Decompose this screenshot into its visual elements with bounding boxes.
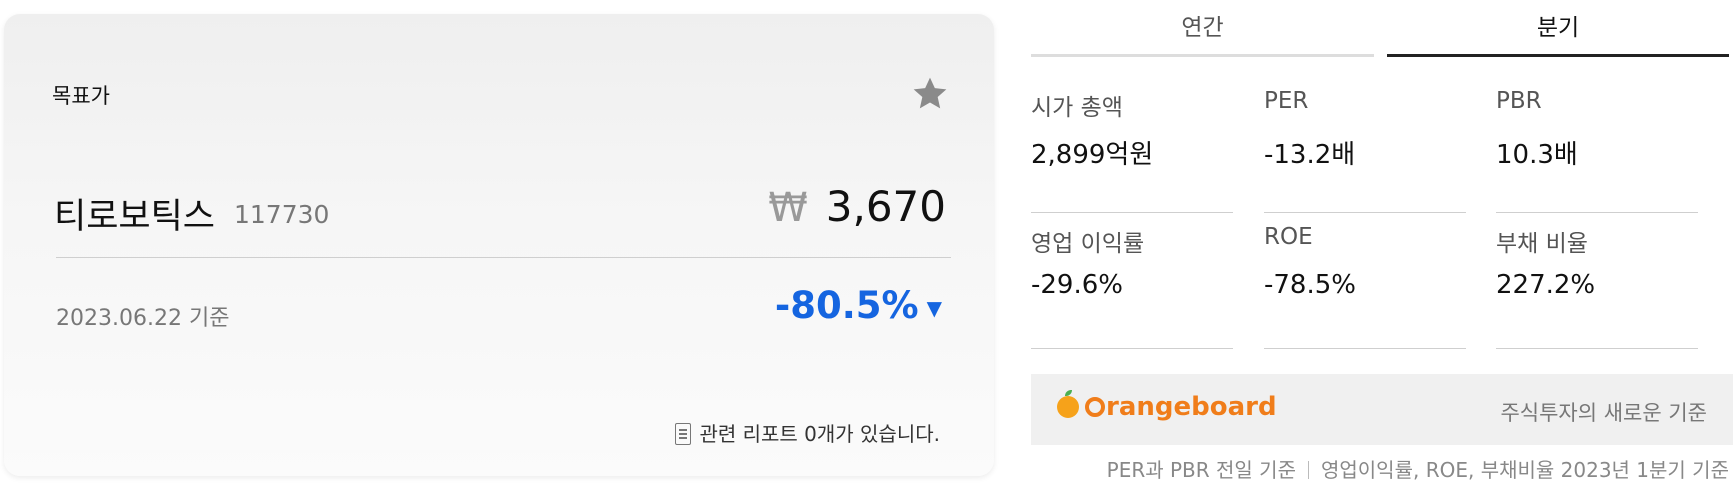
metric-operating-margin: 영업 이익률 -29.6% — [1031, 224, 1233, 349]
currency-symbol: ₩ — [768, 185, 808, 231]
target-price-card: 목표가 티로보틱스 117730 ₩3,670 2023.06.22 기준 -8… — [4, 14, 994, 476]
footnote-separator — [1307, 461, 1309, 479]
metric-label: PER — [1264, 88, 1309, 114]
metric-label: 영업 이익률 — [1031, 231, 1145, 257]
metric-label: PBR — [1496, 88, 1542, 114]
orangeboard-banner[interactable]: rangeboard 주식투자의 새로운 기준 — [1031, 374, 1733, 445]
footnote-per-pbr: PER과 PBR 전일 기준 — [1106, 458, 1296, 482]
stock-name: 티로보틱스 — [54, 197, 216, 237]
down-triangle-icon: ▼ — [926, 295, 942, 320]
metric-value: -78.5% — [1264, 270, 1356, 300]
metric-label: 부채 비율 — [1496, 231, 1588, 257]
metric-value: -29.6% — [1031, 270, 1123, 300]
metric-debt-ratio: 부채 비율 227.2% — [1496, 224, 1698, 349]
metric-value: 2,899억원 — [1031, 140, 1154, 170]
tab-annual[interactable]: 연간 — [1031, 8, 1374, 57]
reference-date: 2023.06.22 기준 — [56, 306, 230, 331]
change-value: -80.5% — [774, 284, 919, 327]
metric-roe: ROE -78.5% — [1264, 224, 1466, 349]
metric-market-cap: 시가 총액 2,899억원 — [1031, 88, 1233, 213]
stock-code: 117730 — [234, 200, 330, 229]
target-price: ₩3,670 — [768, 182, 946, 231]
tab-quarterly[interactable]: 분기 — [1387, 8, 1729, 57]
related-reports-link[interactable]: 관련 리포트 0개가 있습니다. — [675, 418, 940, 447]
metric-pbr: PBR 10.3배 — [1496, 88, 1698, 213]
logo-o-ring — [1085, 397, 1105, 417]
period-tabs: 연간 분기 — [1031, 8, 1729, 57]
footnote-ratios: 영업이익률, ROE, 부채비율 2023년 1분기 기준 — [1320, 458, 1729, 482]
brand-name: rangeboard — [1106, 392, 1277, 422]
metric-label: ROE — [1264, 224, 1313, 250]
metric-value: 10.3배 — [1496, 140, 1578, 170]
metric-per: PER -13.2배 — [1264, 88, 1466, 213]
metric-label: 시가 총액 — [1031, 95, 1123, 121]
metric-value: 227.2% — [1496, 270, 1596, 300]
banner-tagline: 주식투자의 새로운 기준 — [1500, 401, 1707, 425]
divider — [56, 257, 951, 258]
price-change: -80.5% ▼ — [775, 284, 942, 327]
report-text: 관련 리포트 0개가 있습니다. — [699, 422, 940, 446]
card-title: 목표가 — [52, 84, 110, 108]
footnote: PER과 PBR 전일 기준 영업이익률, ROE, 부채비율 2023년 1분기… — [1107, 454, 1729, 483]
orangeboard-logo: rangeboard — [1057, 390, 1277, 422]
star-icon[interactable] — [910, 74, 950, 114]
orange-icon — [1057, 390, 1079, 418]
document-icon — [675, 423, 692, 445]
price-value: 3,670 — [825, 182, 946, 231]
metric-value: -13.2배 — [1264, 140, 1356, 170]
